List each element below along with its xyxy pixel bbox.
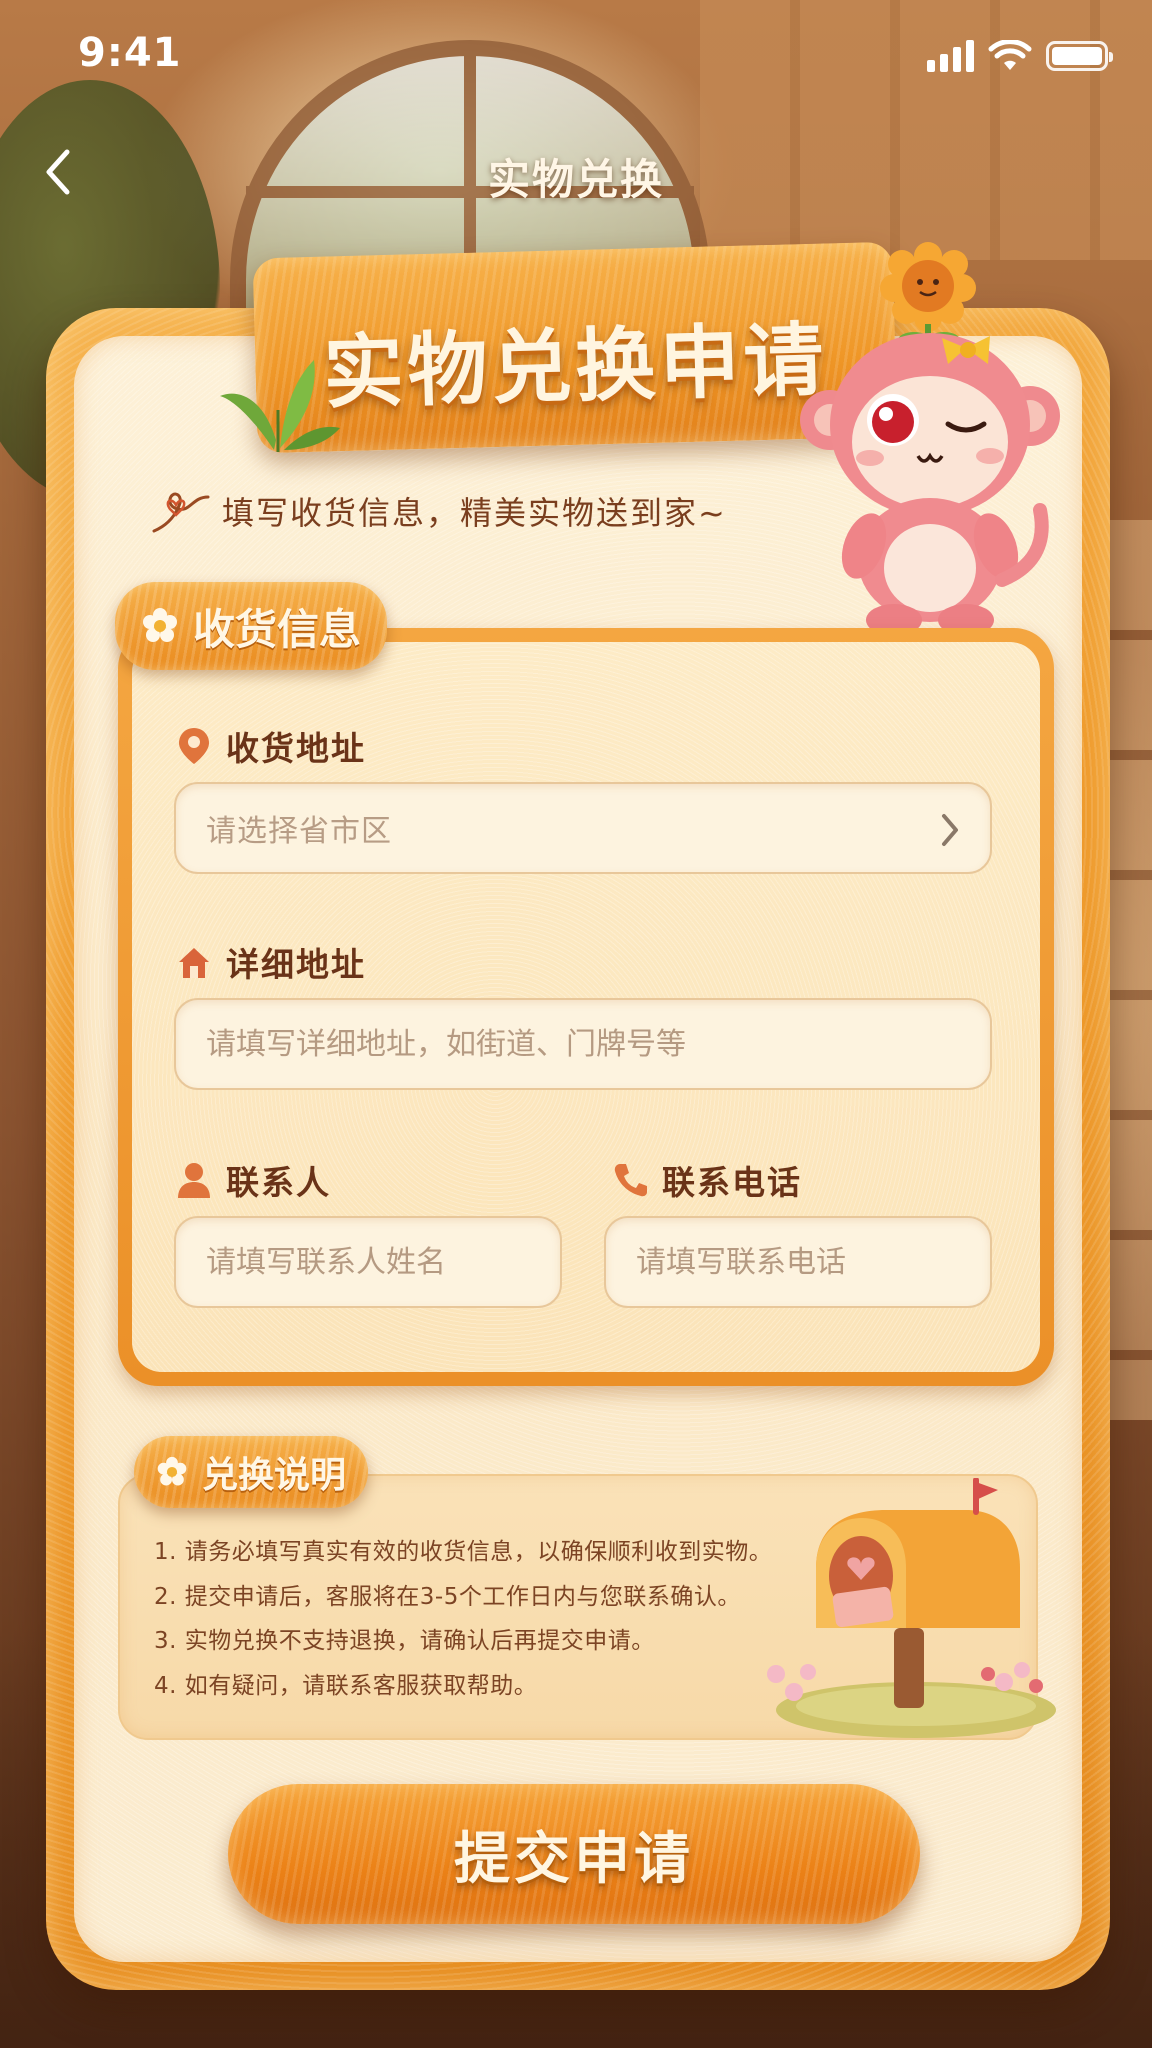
- shipping-section-title: 收货信息: [193, 604, 362, 654]
- monkey-mascot: [800, 242, 1060, 636]
- phone-label-text: 联系电话: [662, 1163, 802, 1202]
- note-item: 3. 实物兑换不支持退换，请确认后再提交申请。: [154, 1628, 655, 1654]
- detail-address-label-text: 详细地址: [226, 945, 366, 984]
- contact-label: 联系人: [176, 1156, 331, 1204]
- phone-input[interactable]: [636, 1244, 960, 1280]
- contact-name-field[interactable]: [174, 1216, 562, 1308]
- status-time: 9:41: [78, 30, 182, 76]
- house-icon: [179, 948, 209, 978]
- submit-button[interactable]: 提交申请: [228, 1784, 920, 1924]
- region-label: 收货地址: [176, 722, 366, 770]
- region-label-text: 收货地址: [226, 729, 366, 768]
- battery-icon: [1046, 41, 1113, 71]
- chevron-right-icon: [942, 814, 958, 846]
- exchange-notes-list: 1. 请务必填写真实有效的收货信息，以确保顺利收到实物。 2. 提交申请后，客服…: [154, 1530, 772, 1708]
- region-placeholder: 请选择省市区: [206, 814, 392, 849]
- phone-field[interactable]: [604, 1216, 992, 1308]
- phone-icon: [614, 1164, 647, 1197]
- notes-section-header: 兑换说明: [134, 1436, 368, 1508]
- mailbox-icon: [767, 1478, 1056, 1738]
- detail-address-label: 详细地址: [176, 938, 366, 986]
- wifi-icon: [988, 40, 1032, 70]
- detail-address-field[interactable]: [174, 998, 992, 1090]
- status-icons: [927, 40, 1113, 72]
- person-icon: [178, 1163, 210, 1198]
- cellular-signal-icon: [927, 40, 974, 72]
- sunflower-icon: [880, 242, 976, 348]
- detail-address-input[interactable]: [206, 1026, 960, 1062]
- note-item: 2. 提交申请后，客服将在3-5个工作日内与您联系确认。: [154, 1583, 741, 1610]
- contact-label-text: 联系人: [226, 1163, 331, 1202]
- banner-subtitle: 填写收货信息，精美实物送到家~: [150, 485, 727, 537]
- location-pin-icon: [179, 728, 209, 764]
- subtitle-text: 填写收货信息，精美实物送到家~: [222, 494, 727, 532]
- phone-label: 联系电话: [612, 1156, 802, 1204]
- page-title: 实物兑换: [487, 155, 664, 204]
- notes-section-title: 兑换说明: [202, 1455, 347, 1496]
- nav-bar: 实物兑换: [0, 130, 1152, 220]
- leaf-icon: [220, 360, 340, 452]
- status-bar: 9:41: [0, 0, 1152, 110]
- note-item: 1. 请务必填写真实有效的收货信息，以确保顺利收到实物。: [154, 1539, 773, 1565]
- flower-icon: [143, 608, 177, 642]
- shipping-section-header: 收货信息: [115, 582, 387, 670]
- heart-doodle-icon: [152, 492, 210, 533]
- contact-name-input[interactable]: [206, 1244, 530, 1280]
- region-picker[interactable]: 请选择省市区: [174, 782, 992, 874]
- flower-icon: [157, 1456, 187, 1486]
- note-item: 4. 如有疑问，请联系客服获取帮助。: [154, 1672, 538, 1699]
